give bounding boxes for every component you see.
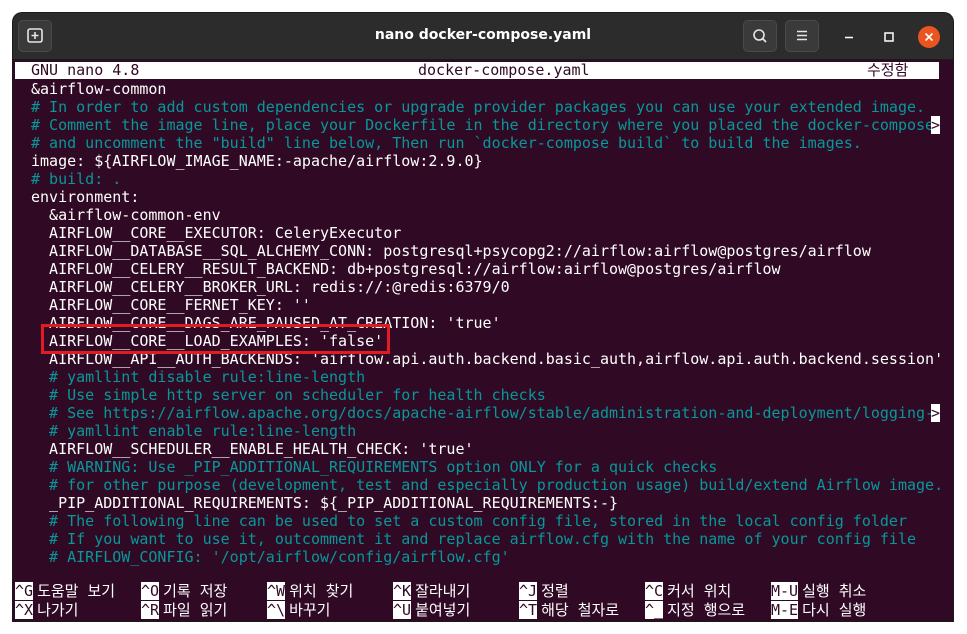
shortcut-label: 바꾸기 [289, 601, 331, 619]
line-truncation-marker: > [931, 404, 941, 422]
shortcut-key: ^G [15, 582, 34, 600]
menu-button[interactable] [785, 20, 819, 52]
shortcut-key: M-E [771, 601, 799, 619]
code-line: AIRFLOW__CORE__EXECUTOR: CeleryExecutor [31, 224, 402, 242]
comment-line: # See https://airflow.apache.org/docs/ap… [31, 404, 935, 422]
code-line: AIRFLOW__CORE__FERNET_KEY: '' [31, 296, 311, 314]
shortcut-item[interactable]: ^U 붙여넣기 [393, 600, 470, 620]
comment-line: # If you want to use it, outcomment it a… [31, 530, 917, 548]
title-bar: nano docker-compose.yaml [13, 13, 953, 60]
shortcut-item[interactable]: M-U 실행 취소 [771, 581, 866, 601]
comment-line: # WARNING: Use _PIP_ADDITIONAL_REQUIREME… [31, 458, 718, 476]
comment-line: # AIRFLOW_CONFIG: '/opt/airflow/config/a… [31, 548, 510, 566]
shortcut-key: ^_ [645, 601, 664, 619]
shortcut-label: 위치 찾기 [289, 582, 354, 600]
shortcut-label: 실행 취소 [802, 582, 867, 600]
shortcut-label: 지정 행으로 [667, 601, 746, 619]
comment-line: # yamllint enable rule:line-length [31, 422, 357, 440]
maximize-icon [884, 32, 894, 42]
shortcut-label: 나가기 [37, 601, 79, 619]
comment-line: # Comment the image line, place your Doc… [31, 116, 935, 134]
shortcut-key: ^\ [267, 601, 286, 619]
shortcut-item[interactable]: ^O 기록 저장 [141, 581, 227, 601]
shortcut-key: ^T [519, 601, 538, 619]
code-line: AIRFLOW__DATABASE__SQL_ALCHEMY_CONN: pos… [31, 242, 871, 260]
shortcut-key: ^K [393, 582, 412, 600]
code-line: &airflow-common-env [31, 206, 221, 224]
minimize-icon [845, 36, 853, 39]
shortcut-item[interactable]: ^C 커서 위치 [645, 581, 731, 601]
shortcut-label: 도움말 보기 [37, 582, 116, 600]
comment-line: # In order to add custom dependencies or… [31, 98, 926, 116]
shortcut-item[interactable]: ^K 잘라내기 [393, 581, 470, 601]
comment-line: # yamllint disable rule:line-length [31, 368, 366, 386]
shortcut-item[interactable]: ^T 해당 철자로 [519, 600, 619, 620]
shortcut-label: 잘라내기 [415, 582, 471, 600]
comment-line: # and uncomment the "build" line below, … [31, 134, 862, 152]
shortcut-label: 정렬 [541, 582, 569, 600]
shortcut-label: 붙여넣기 [415, 601, 471, 619]
minimize-button[interactable] [837, 25, 861, 49]
terminal-window: nano docker-compose.yaml GNU nano 4.8 do… [13, 13, 953, 621]
modified-status: 수정함 [867, 61, 909, 79]
maximize-button[interactable] [877, 25, 901, 49]
shortcut-key: ^U [393, 601, 412, 619]
code-line: &airflow-common [31, 80, 167, 98]
shortcut-key: ^X [15, 601, 34, 619]
shortcut-key: ^C [645, 582, 664, 600]
search-button[interactable] [743, 20, 777, 52]
comment-line: # Use simple http server on scheduler fo… [31, 386, 546, 404]
highlight-box [41, 324, 390, 354]
search-icon [753, 29, 767, 43]
code-line: _PIP_ADDITIONAL_REQUIREMENTS: ${_PIP_ADD… [31, 494, 618, 512]
shortcut-label: 다시 실행 [802, 601, 867, 619]
shortcut-item[interactable]: ^G 도움말 보기 [15, 581, 115, 601]
comment-line: # build: . [31, 170, 122, 188]
shortcut-key: ^J [519, 582, 538, 600]
shortcut-key: ^W [267, 582, 286, 600]
shortcut-item[interactable]: ^W 위치 찾기 [267, 581, 353, 601]
terminal-content[interactable]: GNU nano 4.8 docker-compose.yaml 수정함 &ai… [15, 60, 951, 621]
shortcut-key: ^R [141, 601, 160, 619]
shortcut-key: M-U [771, 582, 799, 600]
shortcut-item[interactable]: ^_ 지정 행으로 [645, 600, 745, 620]
nano-filename: docker-compose.yaml [418, 61, 590, 79]
shortcut-item[interactable]: ^X 나가기 [15, 600, 78, 620]
code-line: AIRFLOW__CELERY__RESULT_BACKEND: db+post… [31, 260, 781, 278]
shortcut-item[interactable]: ^R 파일 읽기 [141, 600, 227, 620]
shortcut-label: 커서 위치 [667, 582, 732, 600]
shortcut-item[interactable]: ^J 정렬 [519, 581, 569, 601]
hamburger-menu-icon [797, 30, 807, 41]
line-truncation-marker: > [931, 116, 941, 134]
nano-version: GNU nano 4.8 [31, 61, 140, 79]
shortcut-item[interactable]: M-E 다시 실행 [771, 600, 866, 620]
shortcut-label: 파일 읽기 [163, 601, 228, 619]
comment-line: # for other purpose (development, test a… [31, 476, 944, 494]
code-line: image: ${AIRFLOW_IMAGE_NAME:-apache/airf… [31, 152, 483, 170]
close-icon [918, 26, 940, 48]
code-line: environment: [31, 188, 140, 206]
shortcut-item[interactable]: ^\ 바꾸기 [267, 600, 330, 620]
nano-header-bar: GNU nano 4.8 docker-compose.yaml 수정함 [15, 62, 939, 79]
code-line: AIRFLOW__SCHEDULER__ENABLE_HEALTH_CHECK:… [31, 440, 474, 458]
close-button[interactable] [917, 25, 941, 49]
shortcut-label: 해당 철자로 [541, 601, 620, 619]
code-line: AIRFLOW__CELERY__BROKER_URL: redis://:@r… [31, 278, 510, 296]
shortcut-label: 기록 저장 [163, 582, 228, 600]
shortcut-key: ^O [141, 582, 160, 600]
comment-line: # The following line can be used to set … [31, 512, 907, 530]
